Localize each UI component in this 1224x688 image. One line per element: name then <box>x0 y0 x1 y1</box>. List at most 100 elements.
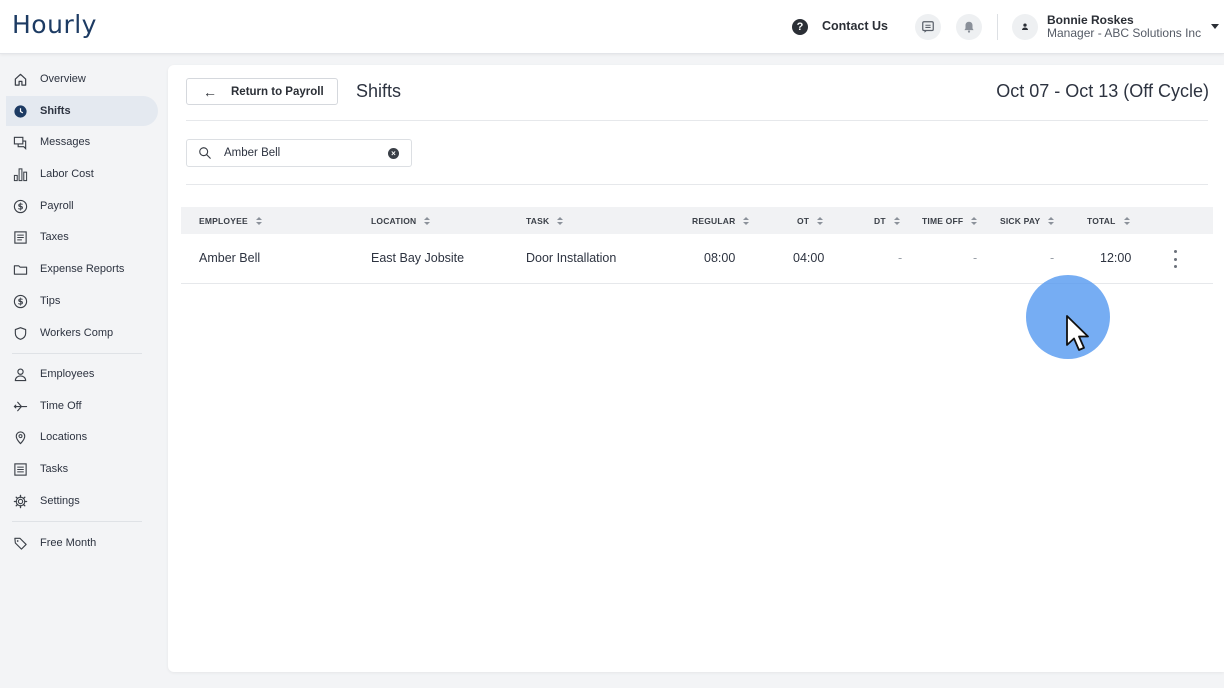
cell-dt: - <box>898 251 903 265</box>
pay-period-date-range: Oct 07 - Oct 13 (Off Cycle) <box>996 81 1209 101</box>
sidebar-item-shifts[interactable]: Shifts <box>6 96 158 126</box>
cell-employee[interactable]: Amber Bell <box>199 251 260 265</box>
notifications-button[interactable] <box>956 14 982 40</box>
document-icon <box>12 229 28 245</box>
sidebar-item-label: Expense Reports <box>40 263 125 275</box>
user-icon <box>1022 23 1028 30</box>
sidebar-item-tips[interactable]: $ Tips <box>6 286 158 316</box>
page-title: Shifts <box>356 81 402 101</box>
sidebar-item-overview[interactable]: Overview <box>6 64 158 94</box>
column-header-total[interactable]: TOTAL <box>1087 207 1130 234</box>
sidebar-item-free-month[interactable]: Free Month <box>6 528 158 558</box>
mouse-cursor-icon <box>1066 315 1089 351</box>
sidebar-divider <box>12 353 142 354</box>
column-header-dt[interactable]: DT <box>874 207 900 234</box>
sidebar-item-messages[interactable]: Messages <box>6 127 158 157</box>
sidebar-item-locations[interactable]: Locations <box>6 422 158 452</box>
clear-search-close-icon[interactable]: × <box>388 148 399 159</box>
sidebar-item-tasks[interactable]: Tasks <box>6 454 158 484</box>
sort-icon <box>1123 216 1130 225</box>
sort-icon <box>743 216 750 225</box>
cell-regular: 08:00 <box>704 251 736 265</box>
sidebar-item-time-off[interactable]: Time Off <box>6 391 158 421</box>
sidebar-item-label: Tasks <box>40 463 69 475</box>
return-to-payroll-label: Return to Payroll <box>231 85 324 98</box>
svg-text:$: $ <box>17 296 23 306</box>
sort-icon <box>557 216 564 225</box>
cell-sick-pay: - <box>1050 251 1055 265</box>
top-header: Hourly ? Contact Us Bonnie Roskes Manage… <box>0 0 1224 54</box>
home-icon <box>12 71 28 87</box>
cell-time-off: - <box>973 251 978 265</box>
column-header-time-off[interactable]: TIME OFF <box>922 207 978 234</box>
shifts-panel: ← Return to Payroll Shifts Oct 07 - Oct … <box>168 65 1224 672</box>
column-header-task[interactable]: TASK <box>526 207 564 234</box>
search-icon <box>199 147 211 159</box>
column-header-location[interactable]: LOCATION <box>371 207 431 234</box>
column-header-sick-pay[interactable]: SICK PAY <box>1000 207 1055 234</box>
contact-us-link[interactable]: Contact Us <box>822 19 888 33</box>
plane-icon <box>12 398 28 414</box>
cell-total: 12:00 <box>1100 251 1132 265</box>
gear-icon <box>12 493 28 509</box>
sort-icon <box>255 216 262 225</box>
sort-icon <box>971 216 978 225</box>
user-role[interactable]: Manager - ABC Solutions Inc <box>1047 26 1201 40</box>
user-name[interactable]: Bonnie Roskes <box>1047 13 1134 27</box>
sidebar-item-label: Settings <box>40 495 80 507</box>
sort-icon <box>1048 216 1055 225</box>
employee-search-input[interactable]: Amber Bell × <box>186 139 412 167</box>
search-value: Amber Bell <box>224 147 281 159</box>
arrow-left-icon: ← <box>203 83 217 100</box>
sidebar-item-workers-comp[interactable]: Workers Comp <box>6 318 158 348</box>
row-more-options-icon[interactable] <box>1173 250 1177 268</box>
column-header-employee[interactable]: EMPLOYEE <box>199 207 262 234</box>
tag-icon <box>12 535 28 551</box>
sidebar-item-label: Free Month <box>40 537 97 549</box>
cell-location: East Bay Jobsite <box>371 251 465 265</box>
column-header-regular[interactable]: REGULAR <box>692 207 750 234</box>
column-header-ot[interactable]: OT <box>797 207 824 234</box>
sort-icon <box>817 216 824 225</box>
sidebar-item-label: Locations <box>40 431 88 443</box>
sidebar-item-label: Payroll <box>40 200 74 212</box>
user-avatar-button[interactable] <box>1012 14 1038 40</box>
dollar-circle-icon: $ <box>12 198 28 214</box>
sidebar-item-payroll[interactable]: $ Payroll <box>6 191 158 221</box>
sidebar-item-employees[interactable]: Employees <box>6 359 158 389</box>
svg-text:$: $ <box>17 201 23 211</box>
sidebar-divider <box>12 521 142 522</box>
sidebar-item-labor-cost[interactable]: Labor Cost <box>6 159 158 189</box>
sidebar-item-label: Employees <box>40 368 95 380</box>
sidebar-item-taxes[interactable]: Taxes <box>6 222 158 252</box>
sidebar-item-expense-reports[interactable]: Expense Reports <box>6 254 158 284</box>
location-pin-icon <box>12 429 28 445</box>
chat-button[interactable] <box>915 14 941 40</box>
dollar-circle-icon: $ <box>12 293 28 309</box>
app-logo[interactable]: Hourly <box>12 10 97 39</box>
return-to-payroll-button[interactable]: ← Return to Payroll <box>186 78 338 105</box>
cell-task: Door Installation <box>526 251 617 265</box>
sidebar-item-label: Messages <box>40 136 91 148</box>
chat-icon <box>922 21 934 33</box>
bar-chart-icon <box>12 166 28 182</box>
divider <box>186 184 1208 185</box>
sidebar-item-label: Labor Cost <box>40 168 94 180</box>
sidebar-nav: Overview Shifts Messages Labor Cost $ Pa… <box>0 55 168 688</box>
sidebar-item-settings[interactable]: Settings <box>6 486 158 516</box>
header-divider <box>997 14 998 40</box>
list-icon <box>12 461 28 477</box>
sort-icon <box>893 216 900 225</box>
user-menu-chevron-down-icon[interactable] <box>1211 24 1219 29</box>
clock-icon <box>12 103 28 119</box>
cell-ot: 04:00 <box>793 251 825 265</box>
bell-icon <box>964 21 974 33</box>
folder-icon <box>12 261 28 277</box>
sort-icon <box>424 216 431 225</box>
help-icon[interactable]: ? <box>792 19 808 35</box>
table-header: EMPLOYEE LOCATION TASK REGULAR OT DT TIM… <box>181 207 1213 234</box>
shield-icon <box>12 325 28 341</box>
sidebar-item-label: Overview <box>40 73 86 85</box>
sidebar-item-label: Workers Comp <box>40 327 114 339</box>
divider <box>186 120 1208 121</box>
